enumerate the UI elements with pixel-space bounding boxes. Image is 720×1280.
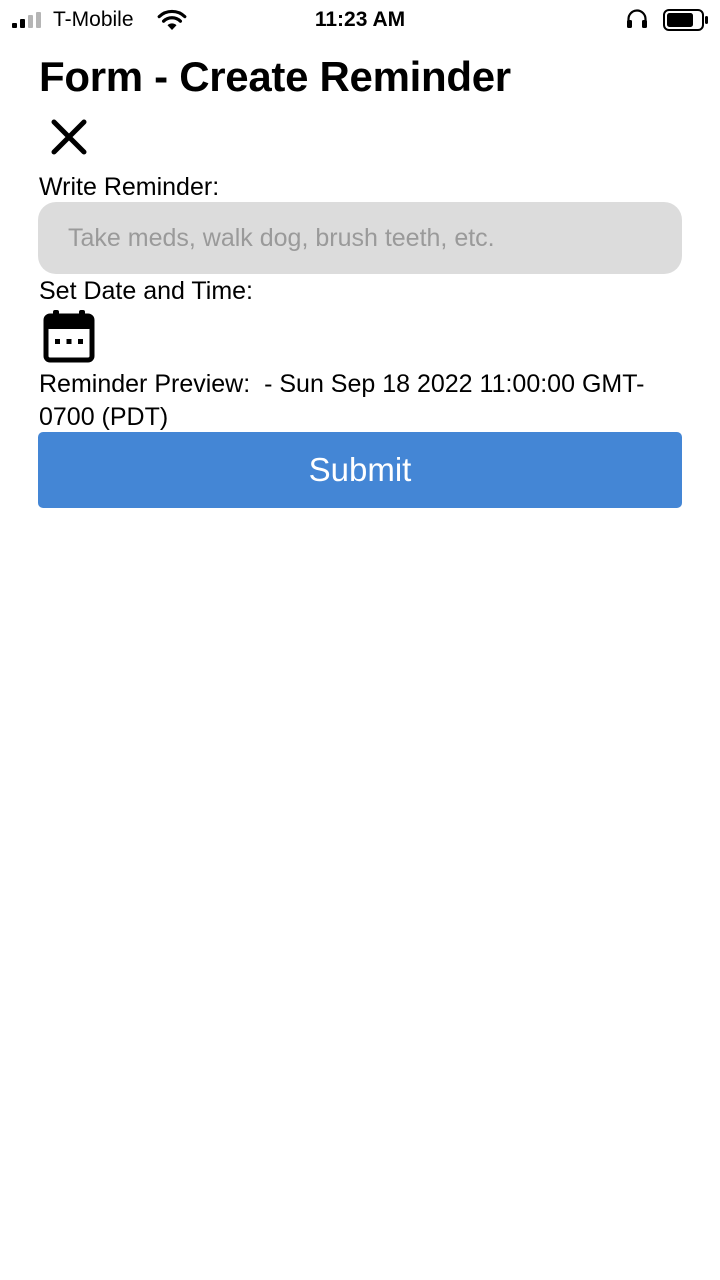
page-title: Form - Create Reminder: [39, 53, 511, 100]
date-time-label: Set Date and Time:: [39, 277, 254, 305]
close-button[interactable]: [46, 114, 92, 160]
calendar-icon: [43, 310, 95, 363]
reminder-input[interactable]: [38, 202, 682, 274]
close-icon: [51, 119, 87, 155]
status-time: 11:23 AM: [314, 8, 406, 31]
date-picker-button[interactable]: [42, 308, 96, 364]
headphones-icon: [627, 9, 647, 28]
preview-label: Reminder Preview:: [39, 370, 251, 398]
submit-button[interactable]: Submit: [38, 432, 682, 508]
battery-icon: [663, 9, 708, 31]
reminder-preview: Reminder Preview: - Sun Sep 18 2022 11:0…: [39, 368, 679, 434]
status-bar: T-Mobile 11:23 AM: [0, 0, 720, 40]
write-reminder-label: Write Reminder:: [39, 173, 220, 201]
